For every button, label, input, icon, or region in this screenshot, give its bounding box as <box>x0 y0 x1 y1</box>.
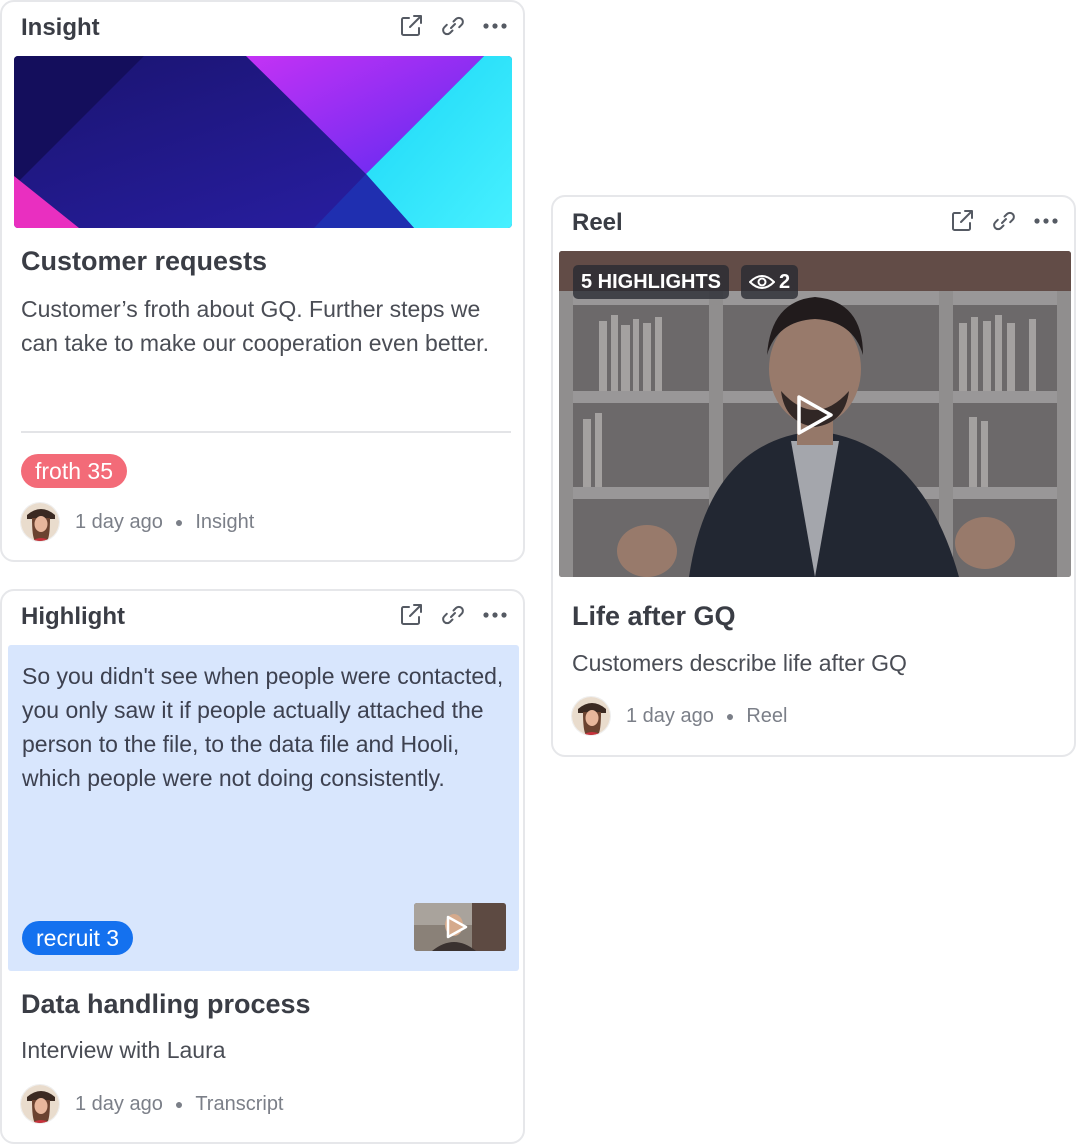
card-header: Insight <box>2 2 523 56</box>
eye-icon <box>749 275 775 289</box>
views-count: 2 <box>779 270 791 293</box>
more-icon[interactable] <box>481 601 509 629</box>
avatar <box>571 696 611 736</box>
video-frame <box>559 251 1071 577</box>
separator-dot: ● <box>174 1096 184 1112</box>
card-title[interactable]: Data handling process <box>21 989 311 1020</box>
card-meta: 1 day ago ● Insight <box>20 502 254 542</box>
views-badge: 2 <box>741 265 799 299</box>
card-title[interactable]: Customer requests <box>21 246 267 277</box>
card-description: Customer’s froth about GQ. Further steps… <box>21 296 489 356</box>
card-title[interactable]: Life after GQ <box>572 601 736 632</box>
highlights-count: 5 HIGHLIGHTS <box>581 270 722 293</box>
card-actions <box>397 12 509 40</box>
reel-card[interactable]: Reel 5 HIGHLIGHTS 2 Life after GQ Custom… <box>551 195 1076 757</box>
reel-video-player[interactable]: 5 HIGHLIGHTS 2 <box>559 251 1071 577</box>
card-description: Customers describe life after GQ <box>572 650 907 676</box>
highlight-quote: So you didn't see when people were conta… <box>22 663 504 791</box>
card-kind: Reel <box>746 704 788 727</box>
open-external-icon[interactable] <box>397 601 425 629</box>
card-type-label: Highlight <box>21 603 125 630</box>
timestamp: 1 day ago <box>75 1092 163 1115</box>
video-thumbnail[interactable] <box>414 903 506 951</box>
card-meta: 1 day ago ● Reel <box>571 696 787 736</box>
link-icon[interactable] <box>439 601 467 629</box>
card-actions <box>948 207 1060 235</box>
more-icon[interactable] <box>481 12 509 40</box>
avatar <box>20 502 60 542</box>
insight-cover-image <box>14 56 512 228</box>
card-meta: 1 day ago ● Transcript <box>20 1084 284 1124</box>
card-description: Interview with Laura <box>21 1037 226 1063</box>
separator-dot: ● <box>174 514 184 530</box>
separator-dot: ● <box>725 708 735 724</box>
card-type-label: Insight <box>21 14 100 41</box>
divider <box>21 431 511 433</box>
avatar <box>20 1084 60 1124</box>
open-external-icon[interactable] <box>948 207 976 235</box>
insight-card[interactable]: Insight Customer requests Customer’s fro… <box>0 0 525 562</box>
timestamp: 1 day ago <box>75 510 163 533</box>
card-kind: Insight <box>195 510 255 533</box>
card-actions <box>397 601 509 629</box>
more-icon[interactable] <box>1032 207 1060 235</box>
highlight-card[interactable]: Highlight So you didn't see when people … <box>0 589 525 1144</box>
highlights-badge: 5 HIGHLIGHTS <box>573 265 730 299</box>
card-type-label: Reel <box>572 209 623 236</box>
card-header: Highlight <box>2 591 523 645</box>
recruit-tag[interactable]: recruit 3 <box>22 921 134 955</box>
timestamp: 1 day ago <box>626 704 714 727</box>
link-icon[interactable] <box>990 207 1018 235</box>
card-header: Reel <box>553 197 1074 251</box>
froth-tag[interactable]: froth 35 <box>21 454 127 488</box>
link-icon[interactable] <box>439 12 467 40</box>
highlight-quote-box[interactable]: So you didn't see when people were conta… <box>8 645 519 971</box>
card-kind: Transcript <box>195 1092 284 1115</box>
open-external-icon[interactable] <box>397 12 425 40</box>
